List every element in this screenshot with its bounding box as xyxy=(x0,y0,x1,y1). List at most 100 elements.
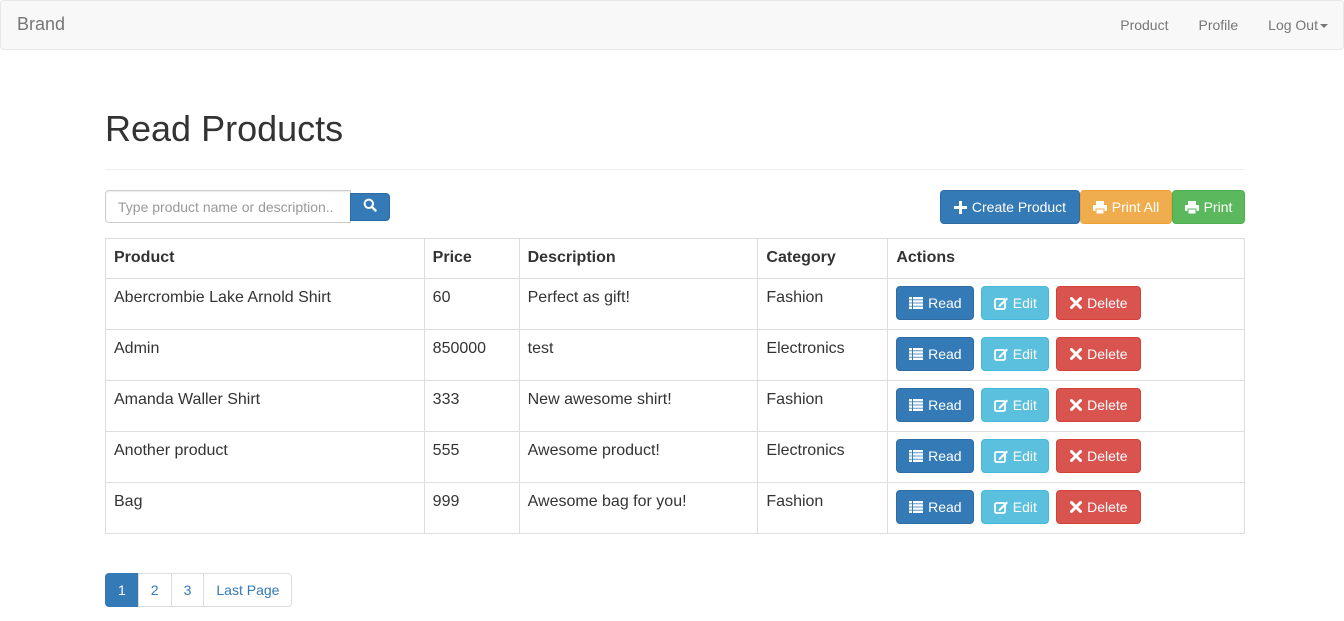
close-icon xyxy=(1070,399,1083,411)
cell-product: Admin xyxy=(105,329,425,381)
header-description: Description xyxy=(518,238,759,279)
read-label: Read xyxy=(928,295,962,311)
cell-price: 333 xyxy=(423,380,520,432)
products-table: Product Price Description Category Actio… xyxy=(105,238,1245,534)
table-row: Bag 999 Awesome bag for you! Fashion Read Edi… xyxy=(105,482,1245,534)
table-row: Another product 555 Awesome product! Electr… xyxy=(105,431,1245,483)
edit-icon xyxy=(993,450,1008,463)
cell-price: 555 xyxy=(423,431,520,483)
read-label: Read xyxy=(928,397,962,413)
edit-button[interactable]: Edit xyxy=(981,286,1050,320)
page-link-1[interactable]: 1 xyxy=(105,573,139,607)
printer-icon xyxy=(1184,200,1199,214)
cell-category: Fashion xyxy=(757,482,889,534)
edit-label: Edit xyxy=(1012,346,1037,362)
list-icon xyxy=(909,501,924,513)
edit-icon xyxy=(993,348,1008,361)
edit-button[interactable]: Edit xyxy=(981,439,1050,473)
header-actions: Actions xyxy=(887,238,1245,279)
brand-link[interactable]: Brand xyxy=(17,14,65,35)
cell-actions: Read Edit Delete xyxy=(887,482,1245,534)
read-label: Read xyxy=(928,346,962,362)
cell-description: Awesome bag for you! xyxy=(518,482,759,534)
close-icon xyxy=(1070,501,1083,513)
print-all-button[interactable]: Print All xyxy=(1080,190,1172,224)
delete-label: Delete xyxy=(1087,346,1128,362)
nav-link-product[interactable]: Product xyxy=(1105,1,1183,49)
delete-button[interactable]: Delete xyxy=(1056,337,1142,371)
close-icon xyxy=(1070,450,1083,462)
create-product-label: Create Product xyxy=(971,199,1067,215)
cell-price: 999 xyxy=(423,482,520,534)
cell-category: Fashion xyxy=(757,380,889,432)
header-category: Category xyxy=(757,238,889,279)
page-link-2[interactable]: 2 xyxy=(137,573,172,607)
header-price: Price xyxy=(423,238,520,279)
navbar: Brand Product Profile Log Out xyxy=(0,0,1344,50)
header-product: Product xyxy=(105,238,425,279)
read-button[interactable]: Read xyxy=(896,286,975,320)
search-button[interactable] xyxy=(350,193,390,221)
edit-button[interactable]: Edit xyxy=(981,337,1050,371)
list-icon xyxy=(909,399,924,411)
read-button[interactable]: Read xyxy=(896,388,975,422)
edit-icon xyxy=(993,297,1008,310)
cell-description: New awesome shirt! xyxy=(518,380,759,432)
list-icon xyxy=(909,348,924,360)
edit-button[interactable]: Edit xyxy=(981,388,1050,422)
cell-description: Awesome product! xyxy=(518,431,759,483)
last-page-link[interactable]: Last Page xyxy=(203,573,293,607)
header-divider xyxy=(105,169,1245,170)
printer-icon xyxy=(1092,200,1107,214)
nav-dropdown-logout[interactable]: Log Out xyxy=(1253,1,1343,49)
caret-down-icon xyxy=(1320,24,1328,29)
delete-button[interactable]: Delete xyxy=(1056,439,1142,473)
table-header-row: Product Price Description Category Actio… xyxy=(105,238,1245,279)
edit-icon xyxy=(993,501,1008,514)
edit-button[interactable]: Edit xyxy=(981,490,1050,524)
list-icon xyxy=(909,450,924,462)
cell-actions: Read Edit Delete xyxy=(887,278,1245,330)
plus-icon xyxy=(953,200,967,214)
delete-label: Delete xyxy=(1087,499,1128,515)
read-button[interactable]: Read xyxy=(896,439,975,473)
print-button[interactable]: Print xyxy=(1172,190,1245,224)
table-row: Admin 850000 test Electronics Read Edit Delete xyxy=(105,329,1245,381)
close-icon xyxy=(1070,348,1083,360)
cell-price: 60 xyxy=(423,278,520,330)
edit-label: Edit xyxy=(1012,295,1037,311)
edit-label: Edit xyxy=(1012,448,1037,464)
read-button[interactable]: Read xyxy=(896,337,975,371)
table-row: Amanda Waller Shirt 333 New awesome shirt!… xyxy=(105,380,1245,432)
cell-description: test xyxy=(518,329,759,381)
cell-category: Electronics xyxy=(757,431,889,483)
page-link-3[interactable]: 3 xyxy=(170,573,205,607)
edit-label: Edit xyxy=(1012,397,1037,413)
edit-label: Edit xyxy=(1012,499,1037,515)
table-row: Abercrombie Lake Arnold Shirt 60 Perfect a… xyxy=(105,278,1245,330)
cell-actions: Read Edit Delete xyxy=(887,380,1245,432)
cell-actions: Read Edit Delete xyxy=(887,431,1245,483)
delete-label: Delete xyxy=(1087,448,1128,464)
cell-product: Another product xyxy=(105,431,425,483)
page-title: Read Products xyxy=(105,108,344,149)
delete-button[interactable]: Delete xyxy=(1056,388,1142,422)
list-icon xyxy=(909,297,924,309)
cell-product: Bag xyxy=(105,482,425,534)
pagination: 1 2 3 Last Page xyxy=(105,573,293,607)
delete-label: Delete xyxy=(1087,397,1128,413)
read-button[interactable]: Read xyxy=(896,490,975,524)
delete-label: Delete xyxy=(1087,295,1128,311)
create-product-button[interactable]: Create Product xyxy=(940,190,1080,224)
cell-category: Electronics xyxy=(757,329,889,381)
nav-link-profile[interactable]: Profile xyxy=(1183,1,1253,49)
delete-button[interactable]: Delete xyxy=(1056,490,1142,524)
cell-product: Abercrombie Lake Arnold Shirt xyxy=(105,278,425,330)
print-all-label: Print All xyxy=(1111,199,1160,215)
delete-button[interactable]: Delete xyxy=(1056,286,1142,320)
search-input[interactable] xyxy=(105,190,351,223)
cell-description: Perfect as gift! xyxy=(518,278,759,330)
read-label: Read xyxy=(928,448,962,464)
cell-category: Fashion xyxy=(757,278,889,330)
nav-logout-label: Log Out xyxy=(1268,17,1318,33)
